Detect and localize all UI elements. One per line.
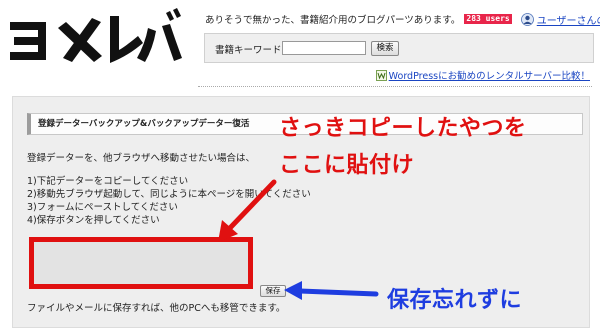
site-tagline: ありそうで無かった、書籍紹介用のブログパーツあります。 <box>205 15 461 26</box>
user-icon <box>520 12 534 26</box>
header-divider <box>198 86 592 87</box>
search-input[interactable] <box>282 41 366 55</box>
wordpress-server-link-text[interactable]: WordPressにお勧めのレンタルサーバー比較！ <box>389 68 590 82</box>
backup-intro: 登録データーを、他ブラウザへ移動させたい場合は、 <box>27 153 256 164</box>
backup-data-textarea[interactable] <box>29 237 253 289</box>
site-logo[interactable] <box>6 8 184 68</box>
search-label: 書籍キーワード: <box>215 45 285 56</box>
step-item: 1)下記データーをコピーしてください <box>27 176 189 187</box>
header-info: ありそうで無かった、書籍紹介用のブログパーツあります。 283 users ユー… <box>205 12 600 27</box>
backup-footer-note: ファイルやメールに保存すれば、他のPCへも移管できます。 <box>27 303 286 314</box>
book-search-form: 書籍キーワード: 検索 <box>204 33 594 63</box>
step-item: 3)フォームにペーストしてください <box>27 202 178 213</box>
backup-steps: 1)下記データーをコピーしてください 2)移動先ブラウザ起動して、同じように本ペ… <box>27 175 311 227</box>
user-voice-link-text[interactable]: ユーザーさんの声 <box>537 12 600 27</box>
user-voice-link[interactable]: ユーザーさんの声 <box>520 12 600 27</box>
logo-graphic <box>10 8 182 63</box>
search-button[interactable]: 検索 <box>371 41 399 56</box>
wordpress-icon <box>375 69 387 81</box>
paste-annotation-line2: ここに貼付け <box>279 153 415 178</box>
wordpress-server-link[interactable]: WordPressにお勧めのレンタルサーバー比較！ <box>375 68 590 82</box>
step-item: 4)保存ボタンを押してください <box>27 215 160 226</box>
step-item: 2)移動先ブラウザ起動して、同じように本ページを開いてください <box>27 189 311 200</box>
users-count-badge[interactable]: 283 users <box>464 14 512 24</box>
save-button[interactable]: 保存 <box>260 285 286 297</box>
save-annotation: 保存忘れずに <box>387 288 523 313</box>
paste-annotation-line1: さっきコピーしたやつを <box>279 116 527 141</box>
